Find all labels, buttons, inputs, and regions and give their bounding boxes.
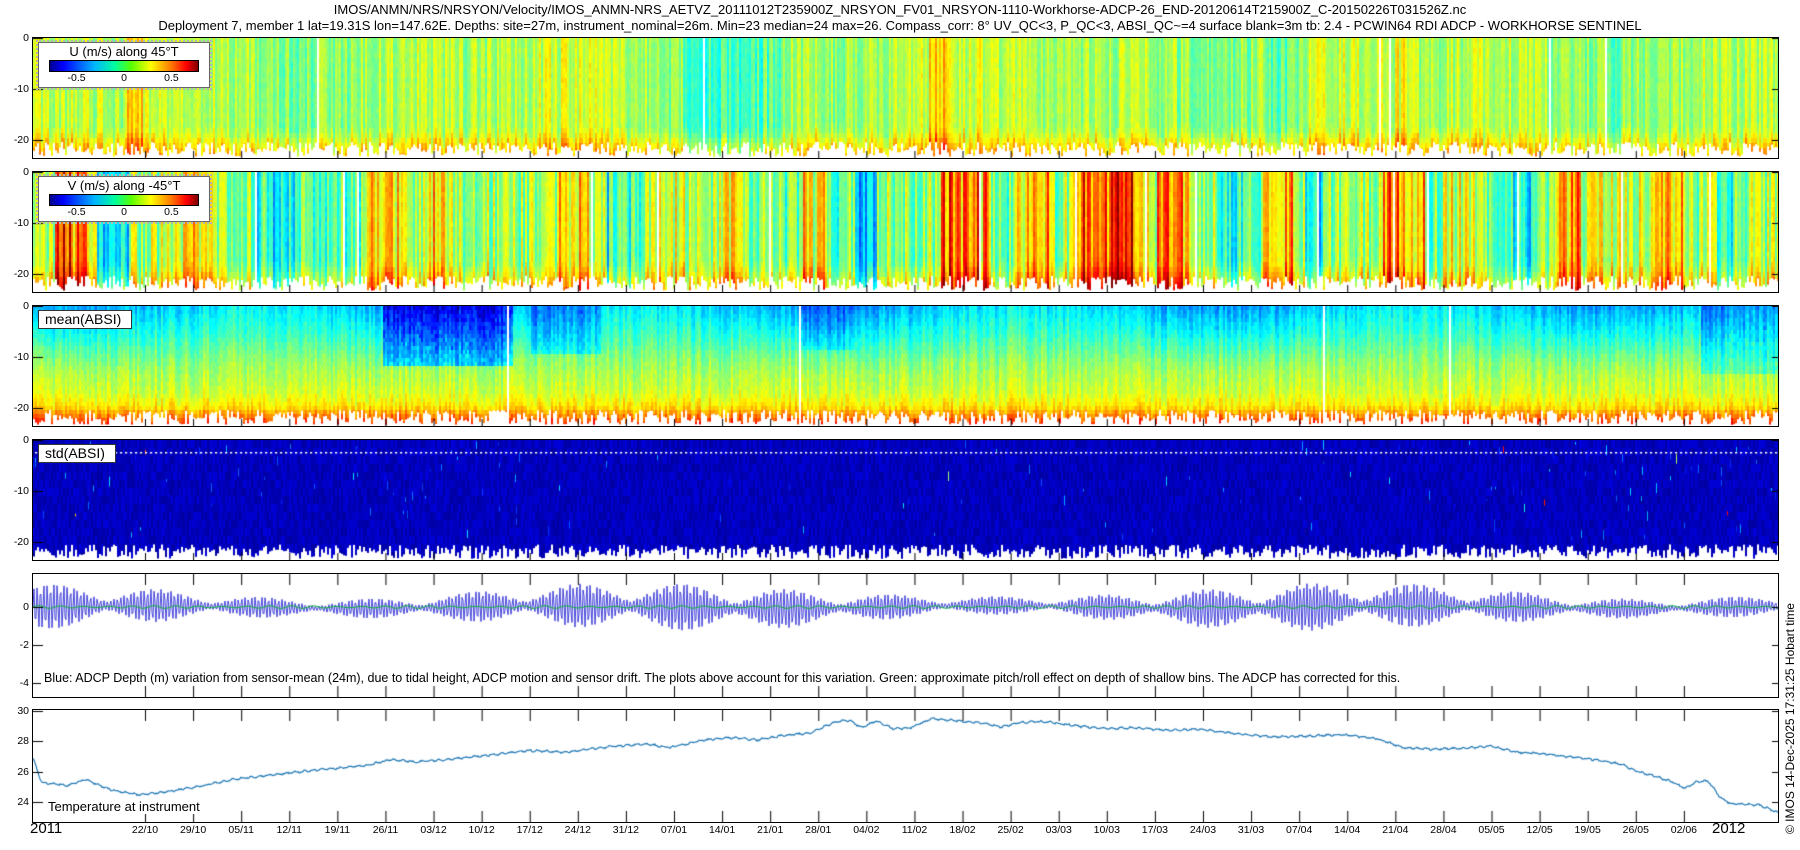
date-tick-label: 31/03 — [1238, 824, 1264, 836]
date-tick-label: 07/04 — [1286, 824, 1312, 836]
v-colorbar-title: V (m/s) along -45°T — [45, 178, 203, 193]
date-tick-label: 24/03 — [1190, 824, 1216, 836]
figure-title-filename: IMOS/ANMN/NRS/NRSYON/Velocity/IMOS_ANMN-… — [0, 2, 1800, 17]
u-colorbar-tick-zero: 0 — [121, 72, 127, 84]
mean-absi-canvas — [33, 306, 1778, 426]
date-tick-label: 10/12 — [468, 824, 494, 836]
panel-depth-variation: Blue: ADCP Depth (m) variation from sens… — [32, 573, 1779, 698]
panel-u-velocity-heatmap: U (m/s) along 45°T -0.5 0 0.5 0-10-20 — [32, 37, 1779, 159]
y-tick-label: 28 — [2, 735, 29, 747]
date-tick-label: 05/11 — [228, 824, 254, 836]
date-tick-label: 17/03 — [1142, 824, 1168, 836]
date-tick-label: 11/02 — [902, 824, 928, 836]
y-tick-label: -20 — [2, 536, 29, 548]
v-colorbar-tick-pos: 0.5 — [164, 206, 179, 218]
copyright-vertical-text: © IMOS 14-Dec-2025 17:31:25 Hobart time — [1783, 603, 1797, 834]
date-tick-label: 04/02 — [853, 824, 879, 836]
y-tick-label: 24 — [2, 796, 29, 808]
y-tick-label: 0 — [2, 300, 29, 312]
date-tick-label: 26/05 — [1623, 824, 1649, 836]
std-absi-canvas — [33, 440, 1778, 560]
y-tick-label: 26 — [2, 766, 29, 778]
date-tick-label: 19/11 — [325, 824, 351, 836]
v-colorbar-tick-zero: 0 — [121, 206, 127, 218]
date-tick-label: 21/01 — [757, 824, 783, 836]
year-end-label: 2012 — [1712, 820, 1745, 837]
panel-temperature: Temperature at instrument 30282624 — [32, 709, 1779, 823]
u-colorbar-title: U (m/s) along 45°T — [45, 44, 203, 59]
date-tick-label: 10/03 — [1094, 824, 1120, 836]
u-colorbar-tick-neg: -0.5 — [68, 72, 86, 84]
date-tick-label: 05/05 — [1478, 824, 1504, 836]
date-tick-label: 12/11 — [277, 824, 303, 836]
date-tick-label: 21/04 — [1382, 824, 1408, 836]
y-tick-label: -10 — [2, 217, 29, 229]
u-colorbar-ticks: -0.5 0 0.5 — [45, 72, 203, 85]
v-colorbar-gradient — [49, 194, 199, 206]
date-tick-label: 07/01 — [661, 824, 687, 836]
u-colorbar-gradient — [49, 60, 199, 72]
date-tick-label: 28/04 — [1430, 824, 1456, 836]
panel-mean-absi-heatmap: mean(ABSI) 0-10-20 — [32, 305, 1779, 427]
y-tick-label: -20 — [2, 134, 29, 146]
depth-variation-caption: Blue: ADCP Depth (m) variation from sens… — [41, 671, 1403, 685]
y-tick-label: -10 — [2, 351, 29, 363]
y-tick-label: -20 — [2, 402, 29, 414]
figure-root: { "header": { "line1": "IMOS/ANMN/NRS/NR… — [0, 0, 1800, 850]
date-tick-label: 12/05 — [1526, 824, 1552, 836]
panel-v-velocity-heatmap: V (m/s) along -45°T -0.5 0 0.5 0-10-20 — [32, 171, 1779, 293]
date-tick-label: 24/12 — [565, 824, 591, 836]
date-tick-label: 31/12 — [613, 824, 639, 836]
u-colorbar-tick-pos: 0.5 — [164, 72, 179, 84]
date-tick-label: 18/02 — [949, 824, 975, 836]
date-tick-label: 03/12 — [420, 824, 446, 836]
date-tick-label: 26/11 — [373, 824, 399, 836]
y-tick-label: 30 — [2, 705, 29, 717]
v-colorbar-legend: V (m/s) along -45°T -0.5 0 0.5 — [38, 176, 210, 222]
v-colorbar-ticks: -0.5 0 0.5 — [45, 206, 203, 219]
date-tick-label: 22/10 — [132, 824, 158, 836]
date-tick-label: 25/02 — [997, 824, 1023, 836]
y-tick-label: 0 — [2, 601, 29, 613]
v-colorbar-tick-neg: -0.5 — [68, 206, 86, 218]
temperature-canvas — [33, 710, 1778, 822]
y-tick-label: -10 — [2, 485, 29, 497]
u-colorbar-legend: U (m/s) along 45°T -0.5 0 0.5 — [38, 42, 210, 88]
date-tick-label: 14/01 — [709, 824, 735, 836]
y-tick-label: 0 — [2, 434, 29, 446]
v-velocity-canvas — [33, 172, 1778, 292]
date-tick-label: 28/01 — [805, 824, 831, 836]
y-tick-label: 0 — [2, 32, 29, 44]
panel-std-absi-heatmap: std(ABSI) 0-10-20 — [32, 439, 1779, 561]
temperature-label: Temperature at instrument — [45, 799, 203, 814]
y-tick-label: 0 — [2, 166, 29, 178]
figure-title-deployment-info: Deployment 7, member 1 lat=19.31S lon=14… — [0, 18, 1800, 33]
year-start-label: 2011 — [30, 820, 62, 837]
date-tick-label: 03/03 — [1046, 824, 1072, 836]
date-tick-label: 29/10 — [180, 824, 206, 836]
y-tick-label: -2 — [2, 639, 29, 651]
date-tick-label: 02/06 — [1671, 824, 1697, 836]
y-tick-label: -4 — [2, 677, 29, 689]
y-tick-label: -10 — [2, 83, 29, 95]
u-velocity-canvas — [33, 38, 1778, 158]
date-tick-label: 19/05 — [1575, 824, 1601, 836]
std-absi-label: std(ABSI) — [38, 444, 116, 463]
date-tick-label: 14/04 — [1334, 824, 1360, 836]
y-tick-label: -20 — [2, 268, 29, 280]
date-tick-label: 17/12 — [517, 824, 543, 836]
mean-absi-label: mean(ABSI) — [38, 310, 132, 329]
